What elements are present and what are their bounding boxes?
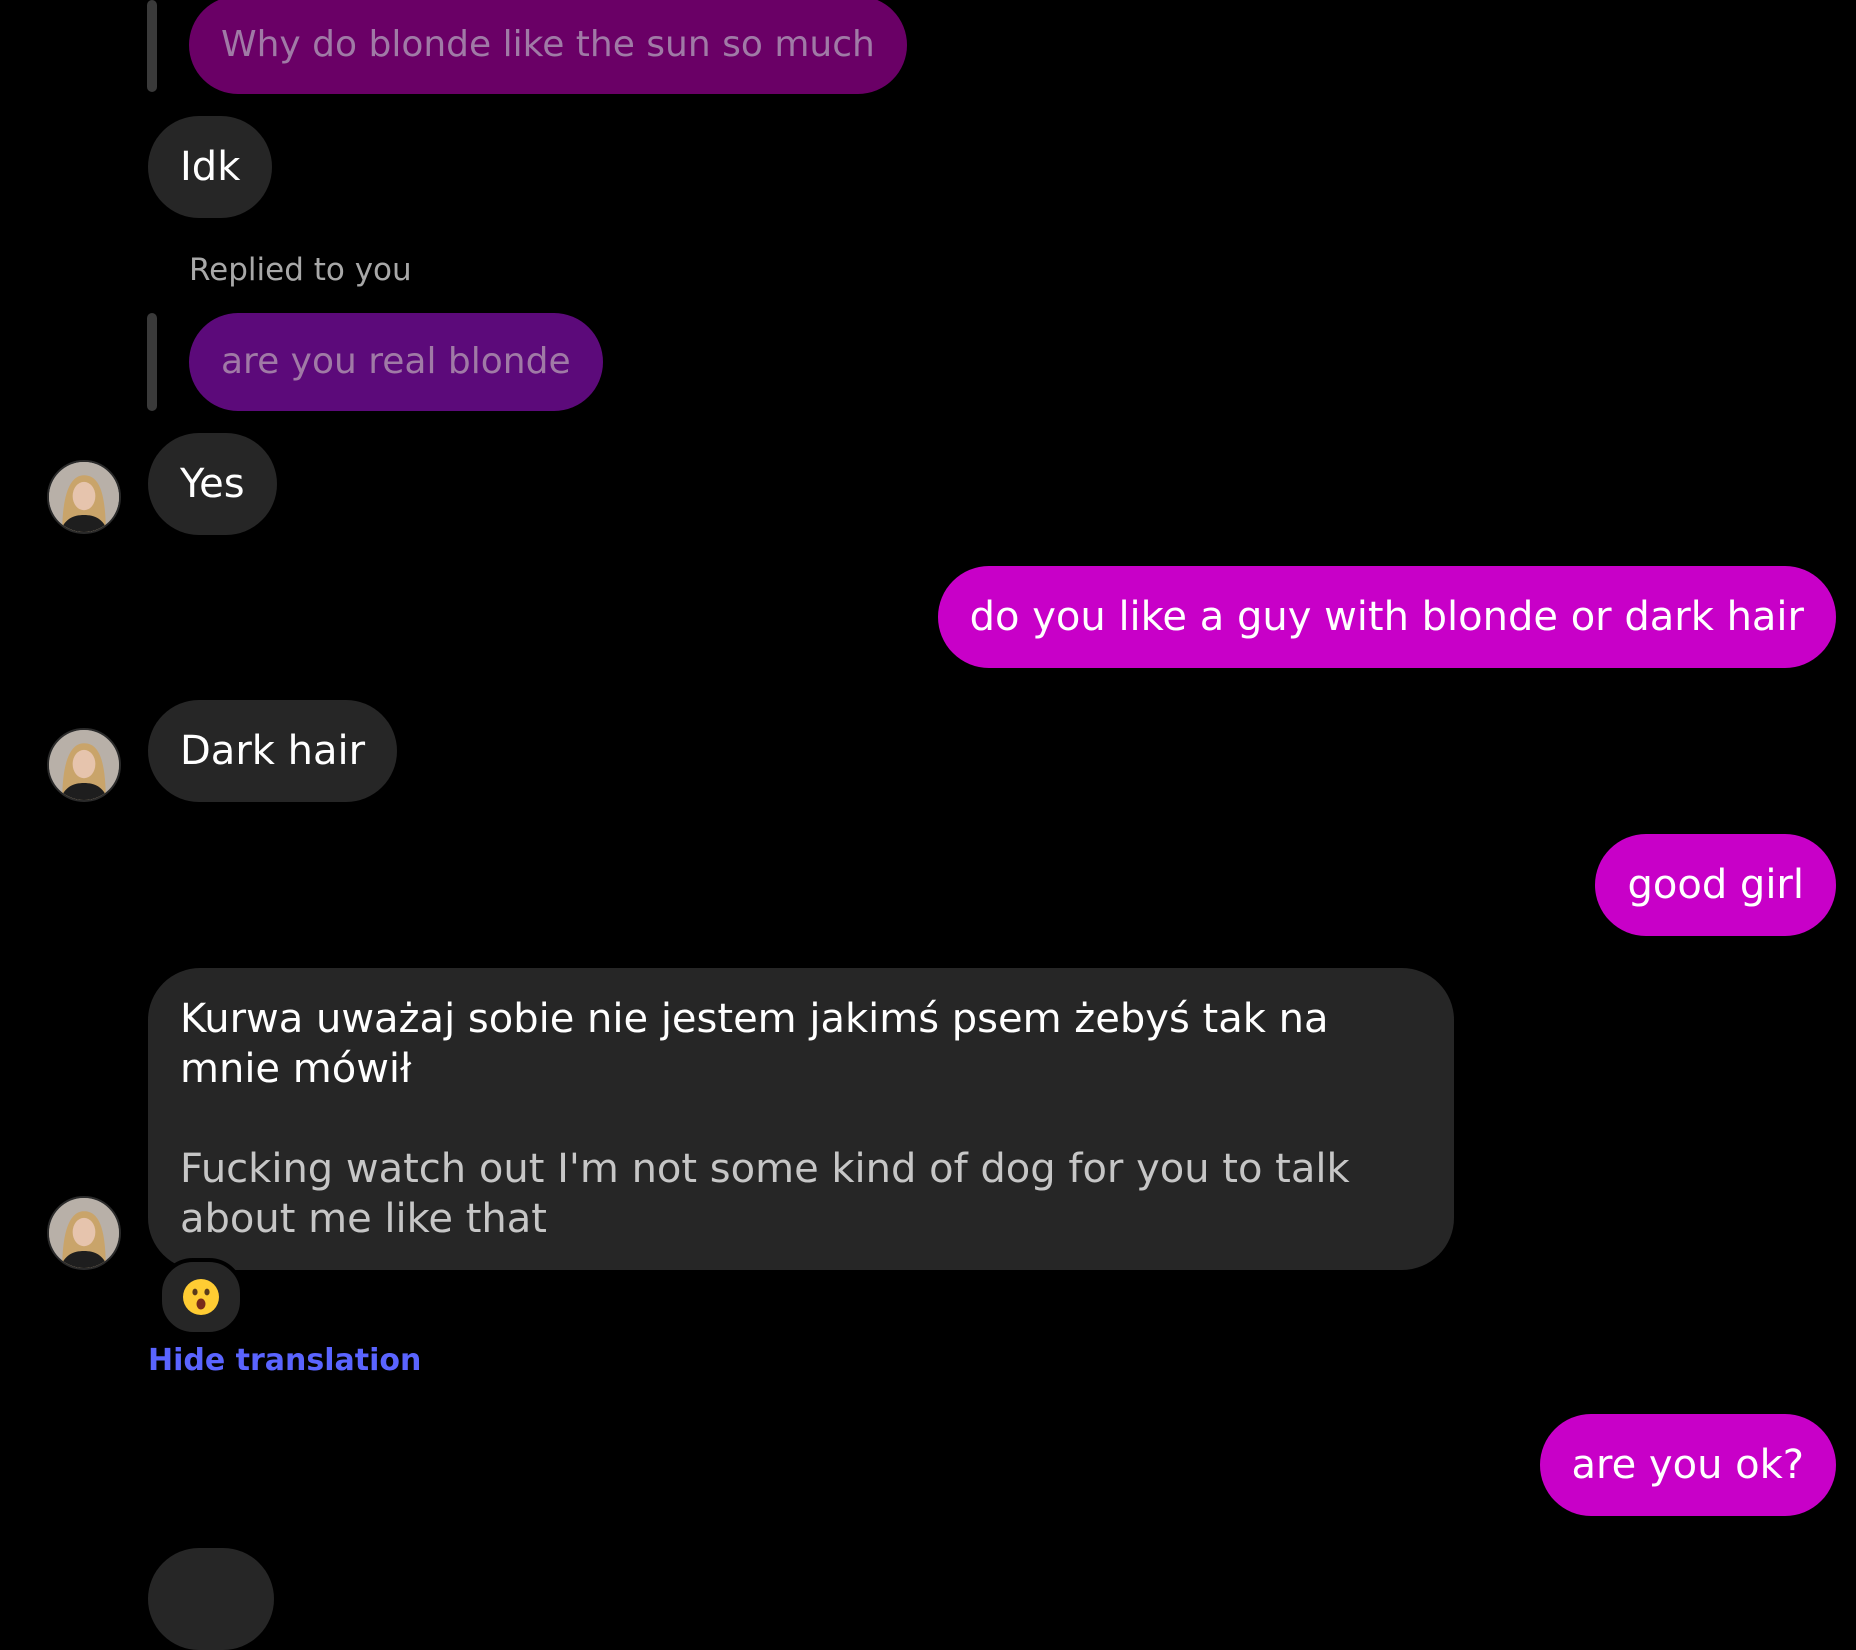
quoted-message[interactable]: Why do blonde like the sun so much bbox=[189, 0, 907, 94]
hide-translation-link[interactable]: Hide translation bbox=[148, 1343, 421, 1378]
message-text: are you ok? bbox=[1571, 1442, 1804, 1488]
quoted-message-text: are you real blonde bbox=[221, 341, 571, 382]
quoted-message-text: Why do blonde like the sun so much bbox=[221, 24, 875, 65]
replied-to-you-label: Replied to you bbox=[189, 252, 412, 288]
received-message-partial[interactable] bbox=[148, 1548, 274, 1650]
sent-message[interactable]: do you like a guy with blonde or dark ha… bbox=[937, 566, 1836, 668]
message-text: Dark hair bbox=[180, 728, 366, 774]
received-message-translated[interactable]: Kurwa uważaj sobie nie jestem jakimś pse… bbox=[148, 968, 1454, 1270]
message-text: Yes bbox=[180, 461, 245, 507]
translated-message-text: Fucking watch out I'm not some kind of d… bbox=[180, 1146, 1350, 1242]
quote-bar bbox=[147, 0, 157, 92]
avatar[interactable] bbox=[47, 1196, 121, 1270]
message-text: do you like a guy with blonde or dark ha… bbox=[969, 594, 1804, 640]
received-message[interactable]: Dark hair bbox=[148, 700, 398, 802]
received-message[interactable]: Yes bbox=[148, 433, 277, 535]
quote-bar bbox=[147, 313, 157, 411]
message-reaction[interactable] bbox=[158, 1258, 244, 1336]
sent-message[interactable]: good girl bbox=[1595, 834, 1836, 936]
sent-message[interactable]: are you ok? bbox=[1539, 1414, 1836, 1516]
avatar[interactable] bbox=[47, 728, 121, 802]
profile-avatar-icon bbox=[49, 730, 119, 800]
received-message[interactable]: Idk bbox=[148, 116, 273, 218]
profile-avatar-icon bbox=[49, 462, 119, 532]
quoted-message[interactable]: are you real blonde bbox=[189, 313, 603, 411]
message-text: good girl bbox=[1627, 862, 1804, 908]
original-message-text: Kurwa uważaj sobie nie jestem jakimś pse… bbox=[180, 996, 1329, 1092]
profile-avatar-icon bbox=[49, 1198, 119, 1268]
avatar[interactable] bbox=[47, 460, 121, 534]
surprised-face-icon bbox=[183, 1279, 219, 1315]
message-text: Idk bbox=[180, 144, 241, 190]
